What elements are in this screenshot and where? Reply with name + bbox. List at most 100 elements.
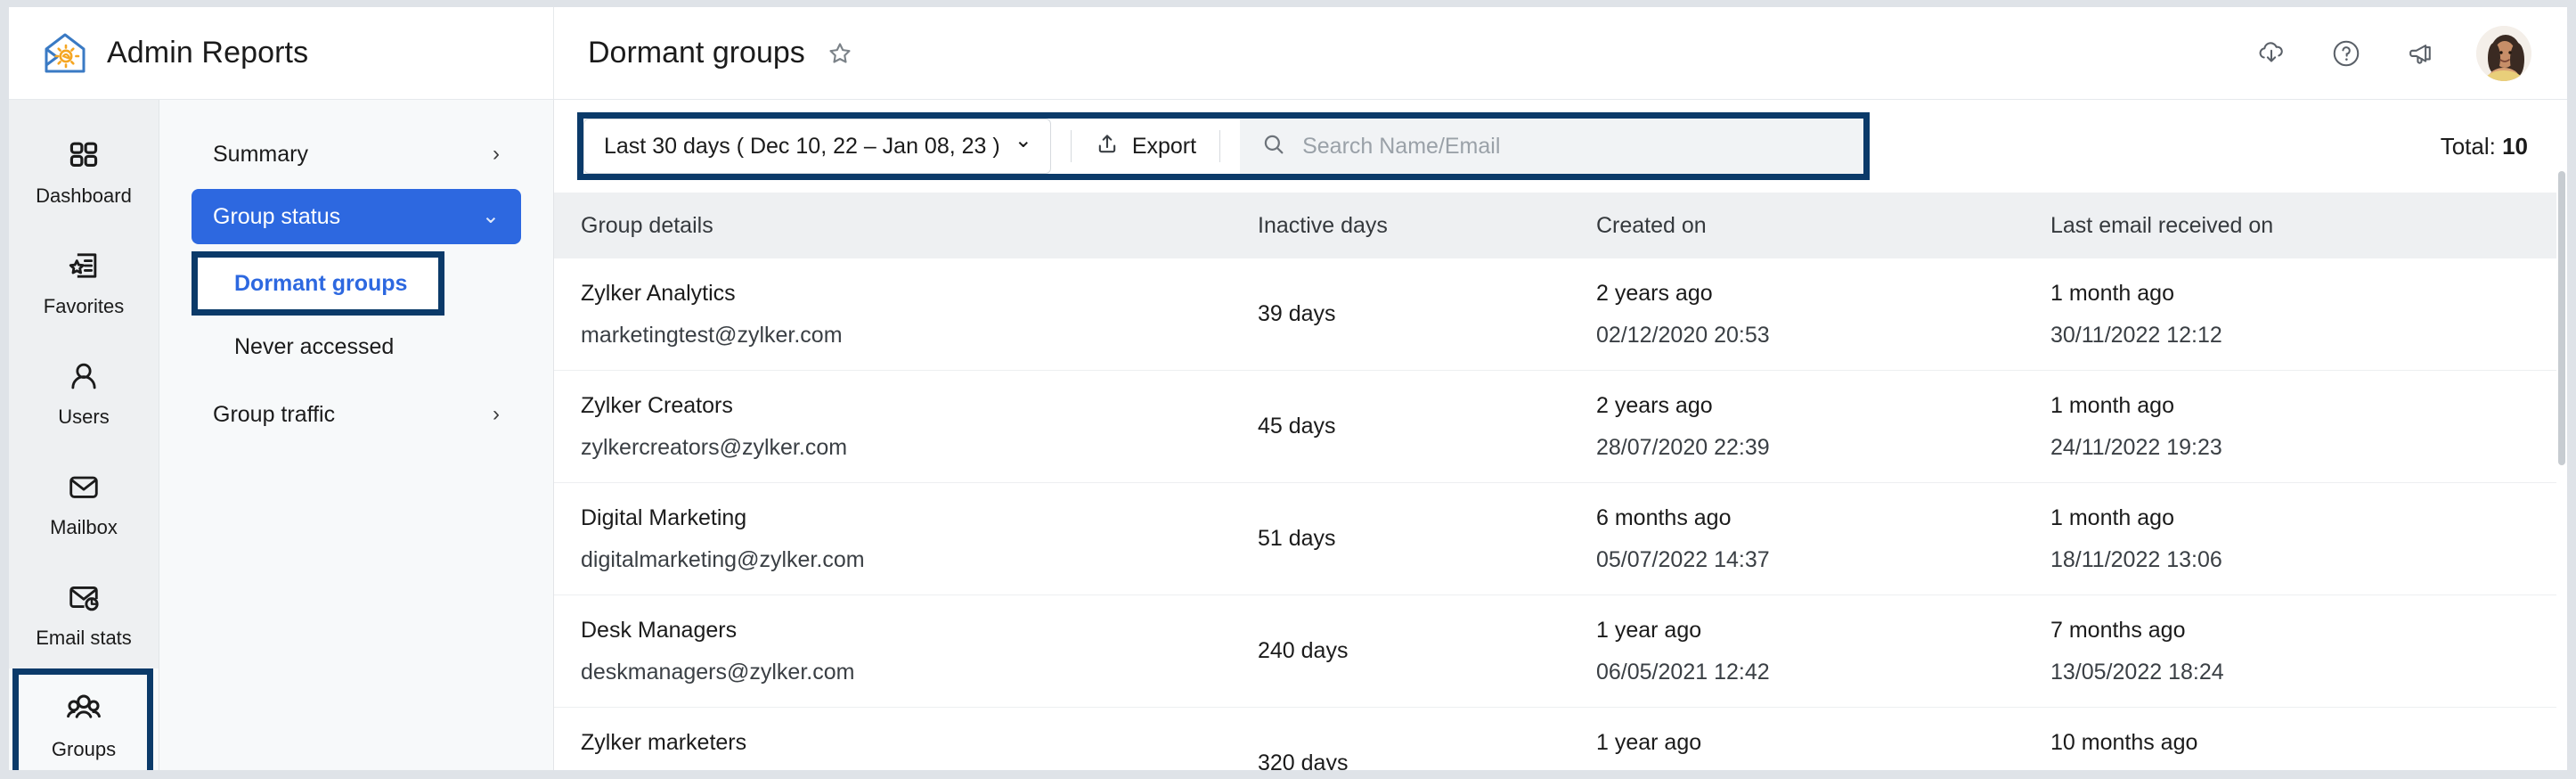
last-email-date: 24/11/2022 19:23: [2050, 434, 2222, 460]
subnav-item-group-status[interactable]: Group status ⌄: [192, 189, 521, 244]
sidebar-item-dashboard[interactable]: Dashboard: [9, 116, 159, 226]
sidebar-item-favorites[interactable]: Favorites: [9, 226, 159, 337]
created-relative: 2 years ago: [1596, 280, 1713, 306]
created-relative: 2 years ago: [1596, 392, 1713, 418]
chevron-right-icon: ›: [493, 142, 500, 166]
table-row[interactable]: Digital Marketing digitalmarketing@zylke…: [554, 483, 2567, 595]
sidebar-item-label: Dashboard: [36, 184, 132, 207]
subnav-item-dormant-groups[interactable]: Dormant groups: [192, 251, 444, 316]
last-email-relative: 1 month ago: [2050, 280, 2174, 306]
created-relative: 6 months ago: [1596, 504, 1732, 530]
created-date: 05/07/2022 14:37: [1596, 546, 1770, 572]
group-name: Desk Managers: [581, 617, 738, 643]
group-email: marketingtest@zylker.com: [581, 322, 843, 348]
cloud-download-icon[interactable]: [2252, 34, 2291, 73]
chevron-down-icon: ⌄: [481, 204, 500, 228]
table-row[interactable]: Zylker Creators zylkercreators@zylker.co…: [554, 371, 2567, 483]
group-details-cell: Desk Managers deskmanagers@zylker.com: [581, 618, 1258, 685]
sidebar-item-mailbox[interactable]: Mailbox: [9, 447, 159, 558]
groups-table: Group details Inactive days Created on L…: [554, 193, 2567, 779]
last-email-relative: 1 month ago: [2050, 392, 2174, 418]
group-people-icon: [65, 689, 102, 731]
column-header-last-email-received-on: Last email received on: [2050, 212, 2274, 238]
sidebar-item-users[interactable]: Users: [9, 337, 159, 447]
created-on-cell: 6 months ago 05/07/2022 14:37: [1596, 505, 2050, 573]
toolbar-divider: [1219, 130, 1221, 162]
last-email-date: 18/11/2022 13:06: [2050, 546, 2222, 572]
created-on-cell: 2 years ago 02/12/2020 20:53: [1596, 281, 2050, 348]
megaphone-icon[interactable]: [2401, 34, 2441, 73]
toolbar-divider: [1070, 130, 1072, 162]
sidebar-item-label: Favorites: [43, 294, 125, 317]
created-date: 28/07/2020 22:39: [1596, 434, 1770, 460]
subnav-item-group-traffic[interactable]: Group traffic ›: [192, 387, 521, 442]
search-input[interactable]: [1302, 133, 1843, 160]
last-email-relative: 7 months ago: [2050, 617, 2186, 643]
group-name: Digital Marketing: [581, 504, 747, 530]
brand[interactable]: Admin Reports: [9, 7, 554, 100]
sidebar-item-label: Groups: [51, 737, 117, 760]
sidebar-item-label: Email stats: [36, 626, 132, 649]
last-email-relative: 1 month ago: [2050, 504, 2174, 530]
icon-rail: Dashboard Favorites Users Mailbox Email …: [9, 100, 159, 779]
star-outline-icon[interactable]: [825, 38, 855, 69]
inactive-days-cell: 240 days: [1258, 638, 1349, 663]
search-icon: [1261, 132, 1286, 161]
main-content: Last 30 days ( Dec 10, 22 – Jan 08, 23 )…: [554, 100, 2567, 779]
subnav-label: Group traffic: [213, 401, 336, 427]
brand-title: Admin Reports: [107, 36, 309, 70]
envelope-icon: [66, 469, 102, 509]
home-gear-icon: [41, 29, 89, 78]
table-row[interactable]: Zylker marketers zylker.marketers@zylker…: [554, 708, 2567, 779]
app-root: Admin Reports Dormant groups Dashboard F…: [0, 0, 2576, 779]
app-body: Dashboard Favorites Users Mailbox Email …: [9, 100, 2567, 779]
last-email-cell: 7 months ago 13/05/2022 18:24: [2050, 618, 2567, 685]
sidebar-item-email-stats[interactable]: Email stats: [9, 558, 159, 668]
upload-icon: [1095, 131, 1120, 162]
subnav-item-summary[interactable]: Summary ›: [192, 127, 521, 182]
group-details-cell: Digital Marketing digitalmarketing@zylke…: [581, 505, 1258, 573]
table-row[interactable]: Zylker Analytics marketingtest@zylker.co…: [554, 258, 2567, 371]
page-title: Dormant groups: [588, 36, 805, 70]
user-avatar[interactable]: [2476, 25, 2531, 81]
group-details-cell: Zylker Analytics marketingtest@zylker.co…: [581, 281, 1258, 348]
subnav-child-label: Dormant groups: [234, 270, 408, 296]
subnav-label: Summary: [213, 141, 308, 167]
group-email: deskmanagers@zylker.com: [581, 659, 855, 685]
created-on-cell: 1 year ago 06/05/2021 12:42: [1596, 618, 2050, 685]
group-details-cell: Zylker Creators zylkercreators@zylker.co…: [581, 393, 1258, 461]
toolbar: Last 30 days ( Dec 10, 22 – Jan 08, 23 )…: [554, 100, 2567, 193]
scrollbar-thumb[interactable]: [2558, 171, 2565, 465]
export-button[interactable]: Export: [1091, 131, 1200, 162]
group-name: Zylker marketers: [581, 729, 747, 755]
subnav-child-label: Never accessed: [234, 333, 395, 359]
help-circle-icon[interactable]: [2327, 34, 2366, 73]
group-email: digitalmarketing@zylker.com: [581, 546, 865, 572]
user-icon: [66, 358, 102, 398]
group-email: zylkercreators@zylker.com: [581, 434, 848, 460]
last-email-relative: 10 months ago: [2050, 729, 2198, 755]
column-header-group-details: Group details: [581, 212, 713, 238]
sidebar-item-groups[interactable]: Groups: [9, 668, 159, 779]
chevron-right-icon: ›: [493, 402, 500, 426]
table-row[interactable]: Desk Managers deskmanagers@zylker.com 24…: [554, 595, 2567, 708]
vertical-scrollbar[interactable]: [2556, 100, 2567, 779]
group-name: Zylker Analytics: [581, 280, 736, 306]
group-name: Zylker Creators: [581, 392, 733, 418]
created-on-cell: 2 years ago 28/07/2020 22:39: [1596, 393, 2050, 461]
created-relative: 1 year ago: [1596, 617, 1702, 643]
star-list-icon: [66, 248, 102, 288]
total-count: Total: 10: [2441, 133, 2528, 160]
search-box[interactable]: [1240, 119, 1864, 174]
date-range-label: Last 30 days ( Dec 10, 22 – Jan 08, 23 ): [604, 133, 1000, 159]
total-label: Total:: [2440, 132, 2496, 160]
top-bar-actions: [2252, 7, 2567, 100]
top-bar: Admin Reports Dormant groups: [9, 7, 2567, 100]
date-range-selector[interactable]: Last 30 days ( Dec 10, 22 – Jan 08, 23 )…: [583, 119, 1051, 174]
secondary-nav: Summary › Group status ⌄ Dormant groups …: [159, 100, 554, 779]
column-header-created-on: Created on: [1596, 212, 1707, 238]
subnav-label: Group status: [213, 203, 341, 229]
sidebar-item-label: Users: [58, 405, 110, 428]
column-header-inactive-days: Inactive days: [1258, 212, 1388, 238]
subnav-item-never-accessed[interactable]: Never accessed: [192, 321, 521, 373]
